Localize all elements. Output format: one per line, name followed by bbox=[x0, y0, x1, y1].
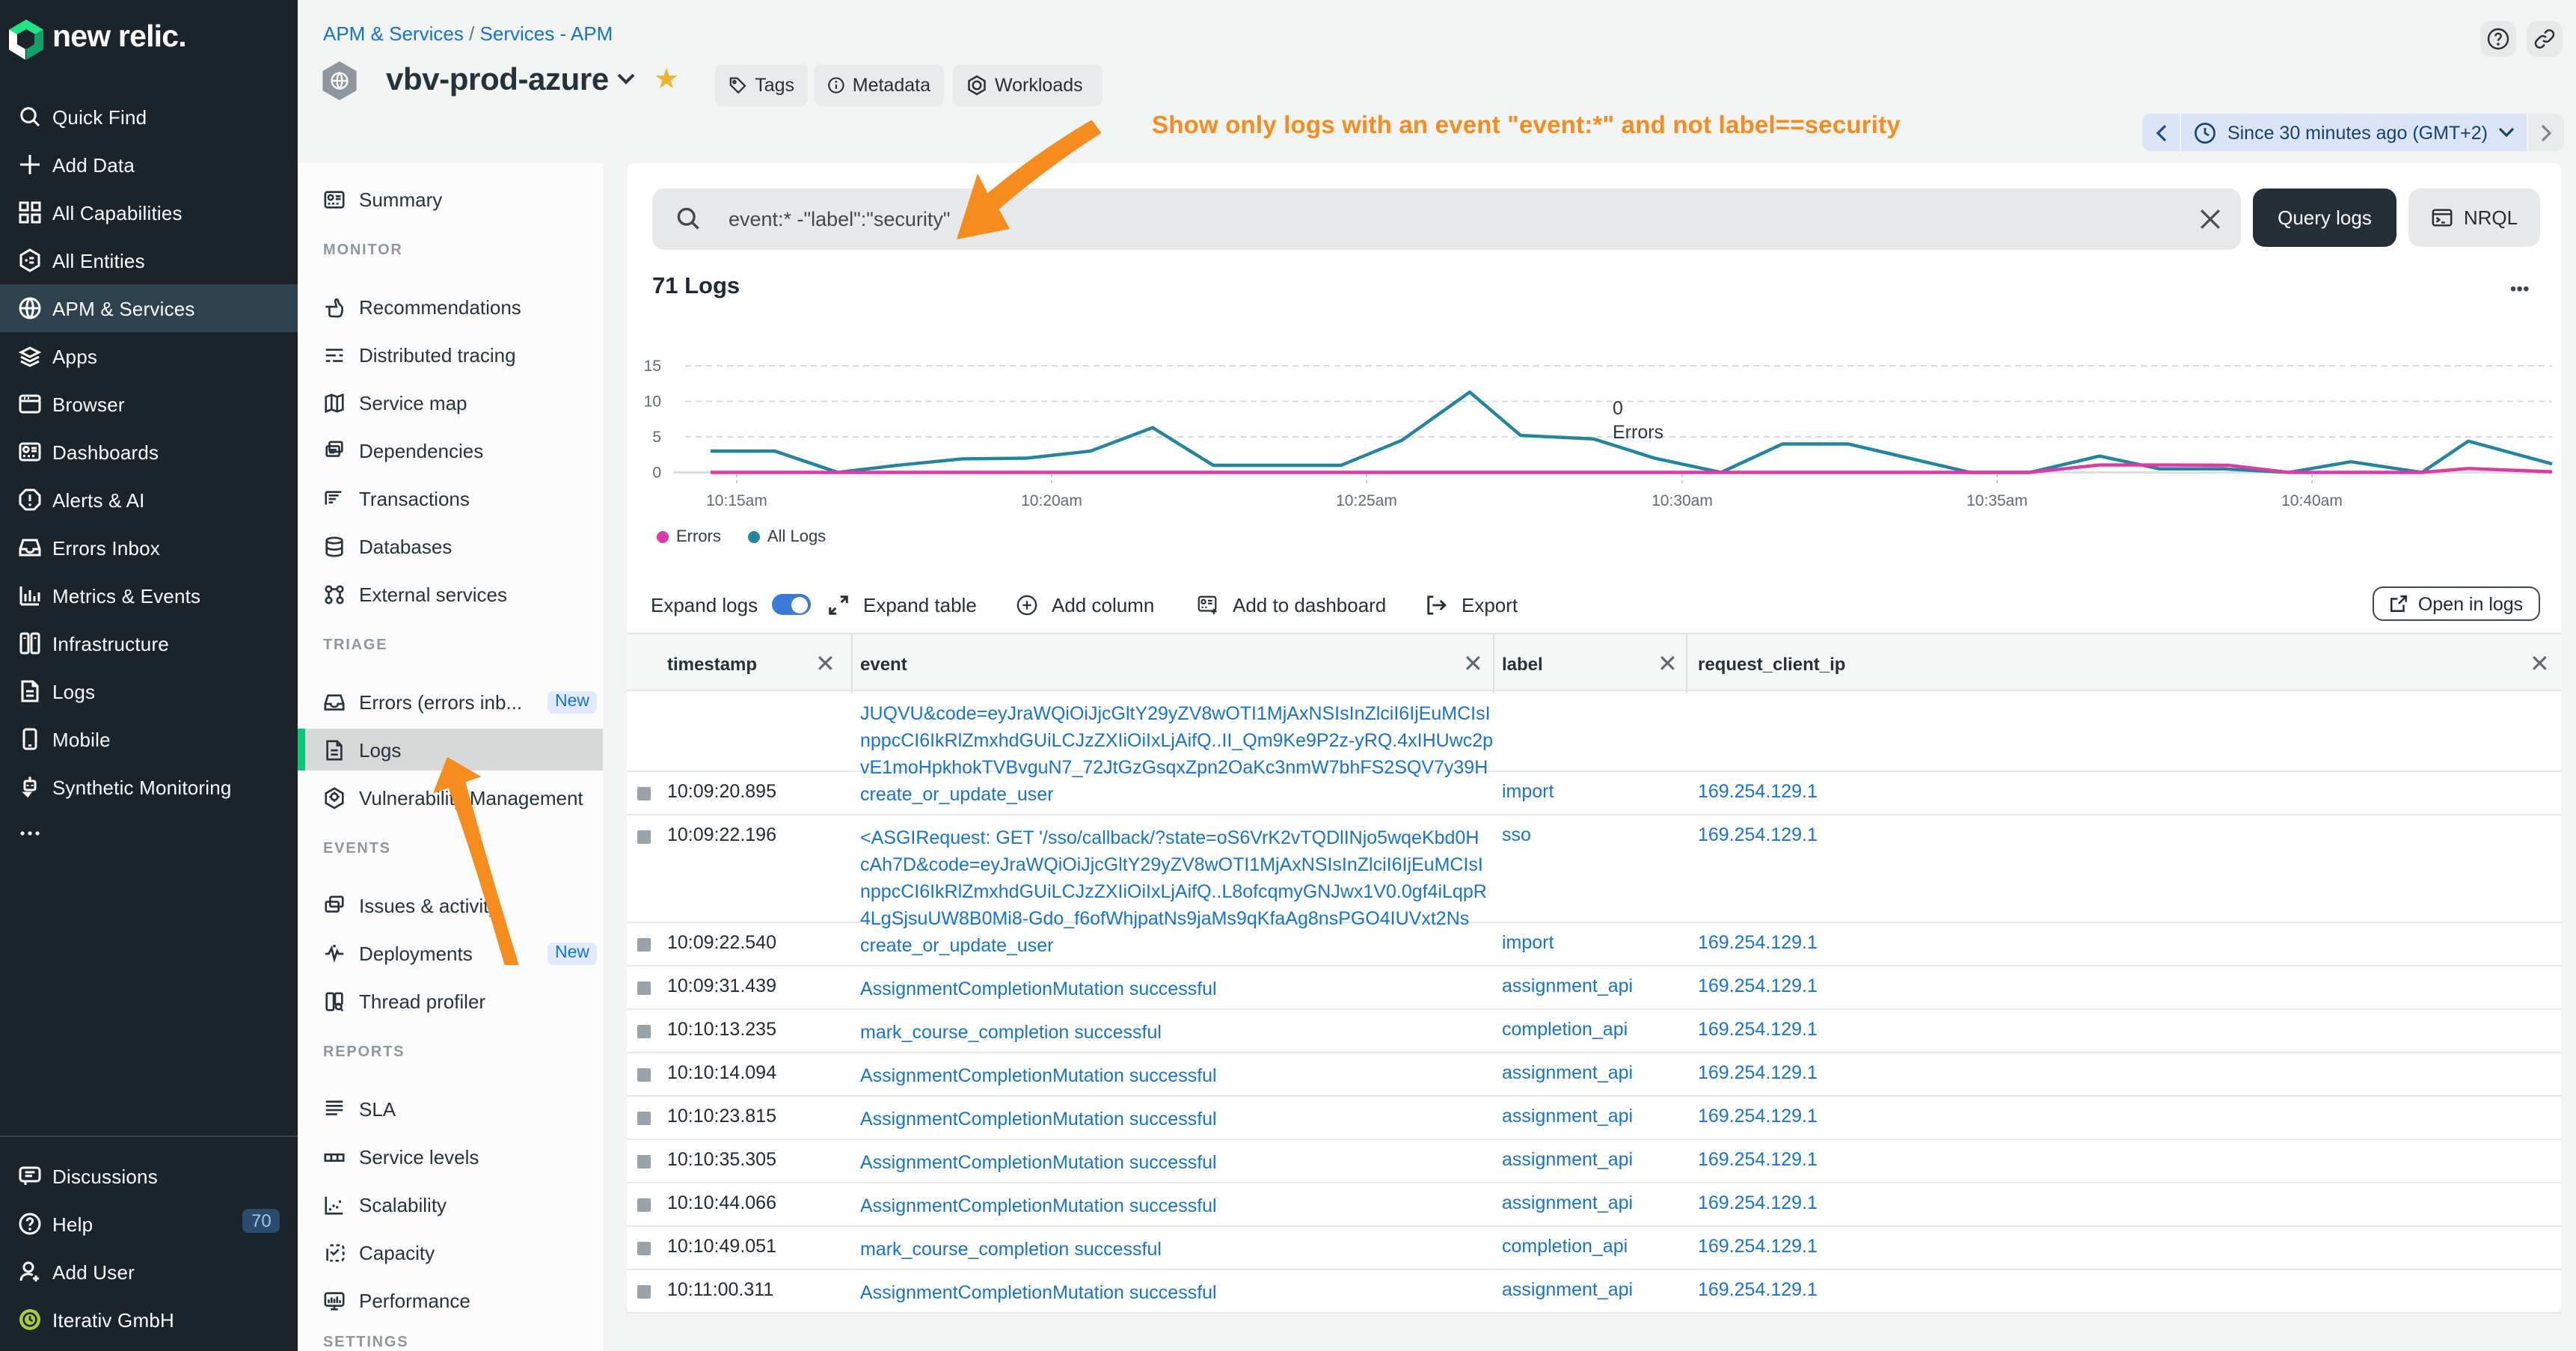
svg-text:0: 0 bbox=[1613, 398, 1623, 419]
svg-text:10:35am: 10:35am bbox=[1966, 492, 2028, 509]
svg-text:10:25am: 10:25am bbox=[1336, 492, 1397, 509]
svg-text:10:20am: 10:20am bbox=[1021, 492, 1082, 509]
svg-text:15: 15 bbox=[644, 358, 661, 375]
svg-text:10:40am: 10:40am bbox=[2281, 492, 2343, 509]
svg-text:0: 0 bbox=[652, 465, 661, 482]
svg-text:10:15am: 10:15am bbox=[706, 492, 767, 509]
svg-text:Errors: Errors bbox=[1613, 422, 1663, 443]
svg-text:10:30am: 10:30am bbox=[1652, 492, 1713, 509]
svg-text:5: 5 bbox=[652, 429, 661, 446]
svg-text:10: 10 bbox=[644, 393, 661, 411]
